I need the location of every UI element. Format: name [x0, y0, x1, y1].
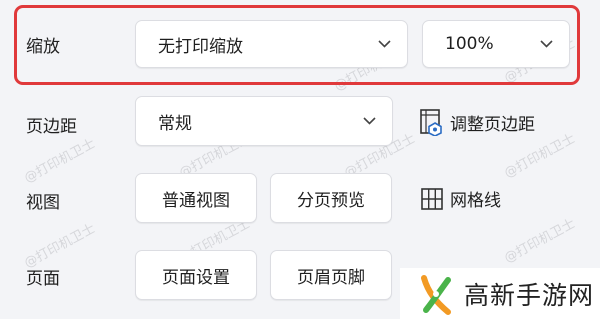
watermark-text: @打印机卫士	[21, 136, 98, 187]
header-footer-button[interactable]: 页眉页脚	[270, 250, 392, 300]
page-break-preview-button[interactable]: 分页预览	[270, 173, 392, 223]
margins-select[interactable]: 常规	[135, 96, 393, 146]
view-label: 视图	[26, 193, 60, 213]
margins-icon	[420, 109, 442, 136]
margins-value: 常规	[158, 113, 192, 134]
chevron-down-icon	[363, 117, 376, 125]
watermark-text: @打印机卫士	[501, 216, 578, 267]
gridlines-label: 网格线	[450, 191, 501, 211]
adjust-margins-button[interactable]: 调整页边距	[418, 108, 535, 136]
adjust-margins-label: 调整页边距	[450, 114, 535, 135]
brand-badge: 高新手游网	[400, 268, 600, 319]
page-setup-button[interactable]: 页面设置	[135, 250, 257, 300]
gridlines-toggle[interactable]: 网格线	[420, 186, 501, 211]
grid-icon	[421, 187, 443, 210]
normal-view-button[interactable]: 普通视图	[135, 173, 257, 223]
brand-name: 高新手游网	[464, 280, 595, 310]
margins-label: 页边距	[26, 117, 77, 137]
page-label: 页面	[26, 269, 60, 289]
highlight-box	[14, 5, 580, 85]
brand-logo-icon	[421, 274, 451, 315]
